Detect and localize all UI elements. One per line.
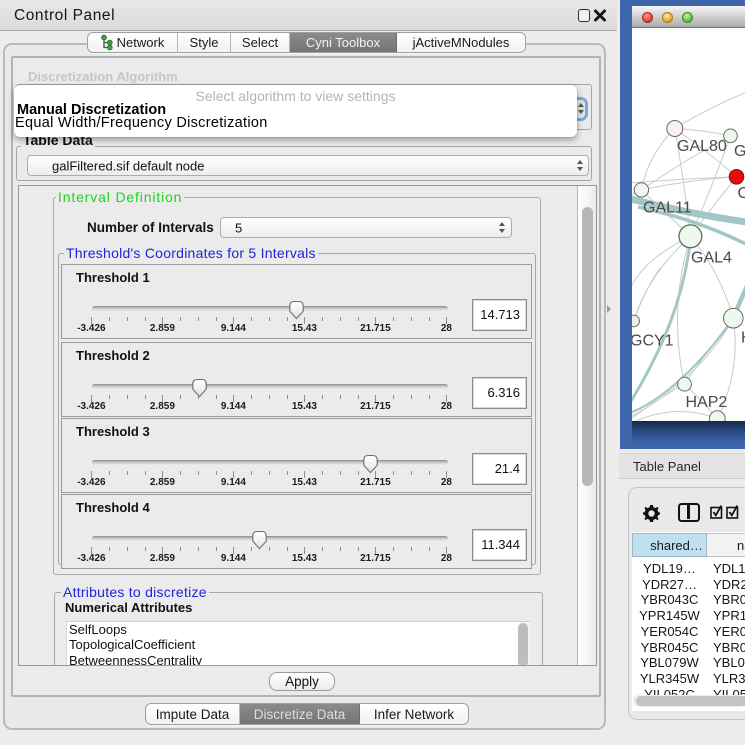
svg-text:C: C (738, 185, 745, 202)
svg-text:GAL4: GAL4 (691, 250, 732, 267)
svg-text:HA: HA (741, 330, 745, 347)
svg-text:GA: GA (734, 143, 745, 160)
svg-text:GAL11: GAL11 (643, 200, 692, 217)
svg-text:GAL80: GAL80 (677, 138, 727, 155)
svg-text:GCY1: GCY1 (632, 333, 674, 350)
svg-text:HAP2: HAP2 (686, 394, 728, 411)
